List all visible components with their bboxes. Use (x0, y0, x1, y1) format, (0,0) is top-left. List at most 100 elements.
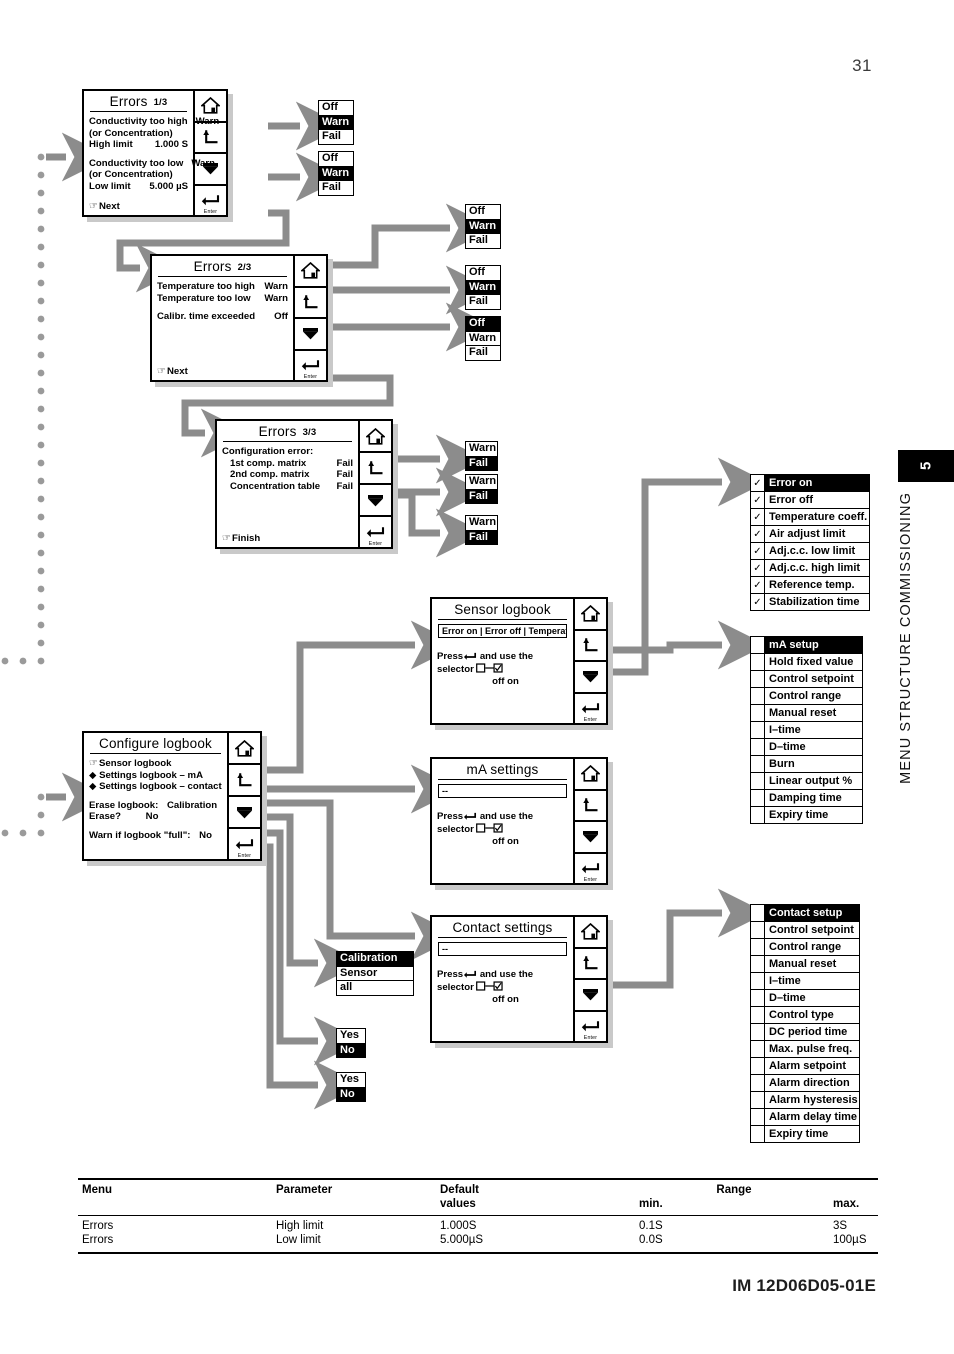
screen-contact-settings[interactable]: Contact settings -- Press and use the se… (430, 915, 608, 1043)
home-button[interactable] (229, 733, 260, 765)
checkbox-unchecked-icon[interactable] (751, 1041, 765, 1057)
checkbox-checked-icon[interactable]: ✓ (751, 543, 765, 559)
screen-configure-logbook[interactable]: Configure logbook ☞Sensor logbook ◆ Sett… (82, 731, 262, 861)
enter-button[interactable]: Enter (575, 1012, 606, 1041)
list-item[interactable]: ✓ Air adjust limit (751, 526, 869, 543)
list-item[interactable]: ✓ Adj.c.c. high limit (751, 560, 869, 577)
enter-button[interactable]: Enter (229, 829, 260, 859)
home-button[interactable] (295, 256, 326, 288)
home-button[interactable] (575, 917, 606, 949)
option-off[interactable]: Off (466, 266, 500, 281)
field-row[interactable]: Low limit 5.000 µS (89, 181, 188, 193)
checkbox-unchecked-icon[interactable] (751, 990, 765, 1006)
field-row[interactable]: High limit 1.000 S (89, 139, 188, 151)
down-button[interactable] (295, 319, 326, 351)
checkbox-unchecked-icon[interactable] (751, 654, 765, 670)
field-row[interactable]: 2nd comp. matrix Fail (222, 469, 353, 481)
checkbox-checked-icon[interactable]: ✓ (751, 560, 765, 576)
field-row[interactable]: Temperature too high Warn (157, 281, 288, 293)
checkbox-checked-icon[interactable]: ✓ (751, 509, 765, 525)
list-item[interactable]: Control type (751, 1007, 859, 1024)
list-item[interactable]: Damping time (751, 790, 862, 807)
menu-item-sensor-logbook[interactable]: ☞Sensor logbook (89, 758, 222, 770)
option-fail[interactable]: Fail (466, 530, 497, 544)
home-button[interactable] (575, 759, 606, 791)
option-box-off-warn-fail[interactable]: Off Warn Fail (465, 265, 501, 310)
down-button[interactable] (360, 485, 391, 517)
option-fail[interactable]: Fail (466, 456, 497, 470)
list-item[interactable]: Control setpoint (751, 671, 862, 688)
option-off[interactable]: Off (319, 101, 353, 116)
checkbox-unchecked-icon[interactable] (751, 807, 765, 823)
back-button[interactable] (229, 765, 260, 797)
checkbox-unchecked-icon[interactable] (751, 973, 765, 989)
enter-button[interactable]: Enter (575, 854, 606, 883)
option-fail[interactable]: Fail (466, 489, 497, 503)
option-box-off-warn-fail[interactable]: Off Warn Fail (465, 316, 501, 361)
nav-key-column[interactable]: Enter (573, 917, 606, 1041)
checkbox-unchecked-icon[interactable] (751, 705, 765, 721)
list-item[interactable]: Expiry time (751, 807, 862, 823)
list-item[interactable]: Contact setup (751, 905, 859, 922)
field-row[interactable]: Calibr. time exceeded Off (157, 311, 288, 323)
nav-key-column[interactable]: Enter (573, 759, 606, 883)
checkbox-unchecked-icon[interactable] (751, 1109, 765, 1125)
list-item[interactable]: ✓ Error on (751, 475, 869, 492)
back-button[interactable] (295, 288, 326, 319)
checkbox-unchecked-icon[interactable] (751, 922, 765, 938)
screen-errors-3[interactable]: Errors 3/3 Configuration error: 1st comp.… (215, 419, 393, 549)
checkbox-checked-icon[interactable]: ✓ (751, 577, 765, 593)
list-item[interactable]: Max. pulse freq. (751, 1041, 859, 1058)
checkbox-unchecked-icon[interactable] (751, 773, 765, 789)
checkbox-unchecked-icon[interactable] (751, 637, 765, 653)
nav-key-column[interactable]: Enter (227, 733, 260, 859)
checkbox-checked-icon[interactable]: ✓ (751, 594, 765, 610)
logbook-selector-field[interactable]: -- (438, 942, 567, 956)
field-erase-confirm[interactable]: Erase? No (89, 811, 222, 823)
nav-key-column[interactable]: Enter (293, 256, 326, 380)
field-row[interactable]: Temperature too low Warn (157, 293, 288, 305)
list-item[interactable]: ✓ Temperature coeff. (751, 509, 869, 526)
list-contact-setup-items[interactable]: Contact setup Control setpoint Control r… (750, 904, 860, 1143)
field-warn-if-full[interactable]: Warn if logbook "full": No (89, 830, 222, 842)
checkbox-unchecked-icon[interactable] (751, 671, 765, 687)
checkbox-unchecked-icon[interactable] (751, 1007, 765, 1023)
next-link[interactable]: ☞Next (157, 366, 188, 377)
option-box-off-warn-fail[interactable]: Off Warn Fail (318, 100, 354, 145)
option-warn[interactable]: Warn (319, 115, 353, 130)
option-warn[interactable]: Warn (466, 280, 500, 295)
checkbox-unchecked-icon[interactable] (751, 1058, 765, 1074)
back-button[interactable] (575, 791, 606, 822)
field-row[interactable]: 1st comp. matrix Fail (222, 458, 353, 470)
screen-ma-settings[interactable]: mA settings -- Press and use the selecto… (430, 757, 608, 885)
checkbox-unchecked-icon[interactable] (751, 1075, 765, 1091)
option-box-erase-target[interactable]: Calibration Sensor all (336, 951, 414, 996)
back-button[interactable] (575, 949, 606, 980)
option-calibration[interactable]: Calibration (337, 952, 413, 967)
home-button[interactable] (195, 91, 226, 123)
list-item[interactable]: Alarm direction (751, 1075, 859, 1092)
checkbox-unchecked-icon[interactable] (751, 905, 765, 921)
enter-button[interactable]: Enter (575, 694, 606, 723)
down-button[interactable] (575, 662, 606, 694)
screen-errors-1[interactable]: Errors 1/3 Conductivity too high Warn (or… (82, 89, 228, 217)
home-button[interactable] (575, 599, 606, 631)
checkbox-unchecked-icon[interactable] (751, 1126, 765, 1142)
checkbox-unchecked-icon[interactable] (751, 688, 765, 704)
enter-button[interactable]: Enter (195, 186, 226, 215)
option-box-warn-fail[interactable]: Warn Fail (465, 441, 498, 471)
checkbox-checked-icon[interactable]: ✓ (751, 475, 765, 491)
checkbox-unchecked-icon[interactable] (751, 1092, 765, 1108)
next-link[interactable]: ☞Next (89, 201, 120, 212)
list-item[interactable]: Hold fixed value (751, 654, 862, 671)
back-button[interactable] (360, 453, 391, 485)
list-item[interactable]: ✓ Reference temp. (751, 577, 869, 594)
field-row[interactable]: Conductivity too low Warn (89, 158, 215, 170)
option-box-off-warn-fail[interactable]: Off Warn Fail (465, 204, 501, 249)
option-off[interactable]: Off (466, 317, 500, 332)
home-button[interactable] (360, 421, 391, 453)
list-item[interactable]: ✓ Error off (751, 492, 869, 509)
list-item[interactable]: Burn (751, 756, 862, 773)
option-box-off-warn-fail[interactable]: Off Warn Fail (318, 151, 354, 196)
option-no[interactable]: No (337, 1087, 365, 1101)
